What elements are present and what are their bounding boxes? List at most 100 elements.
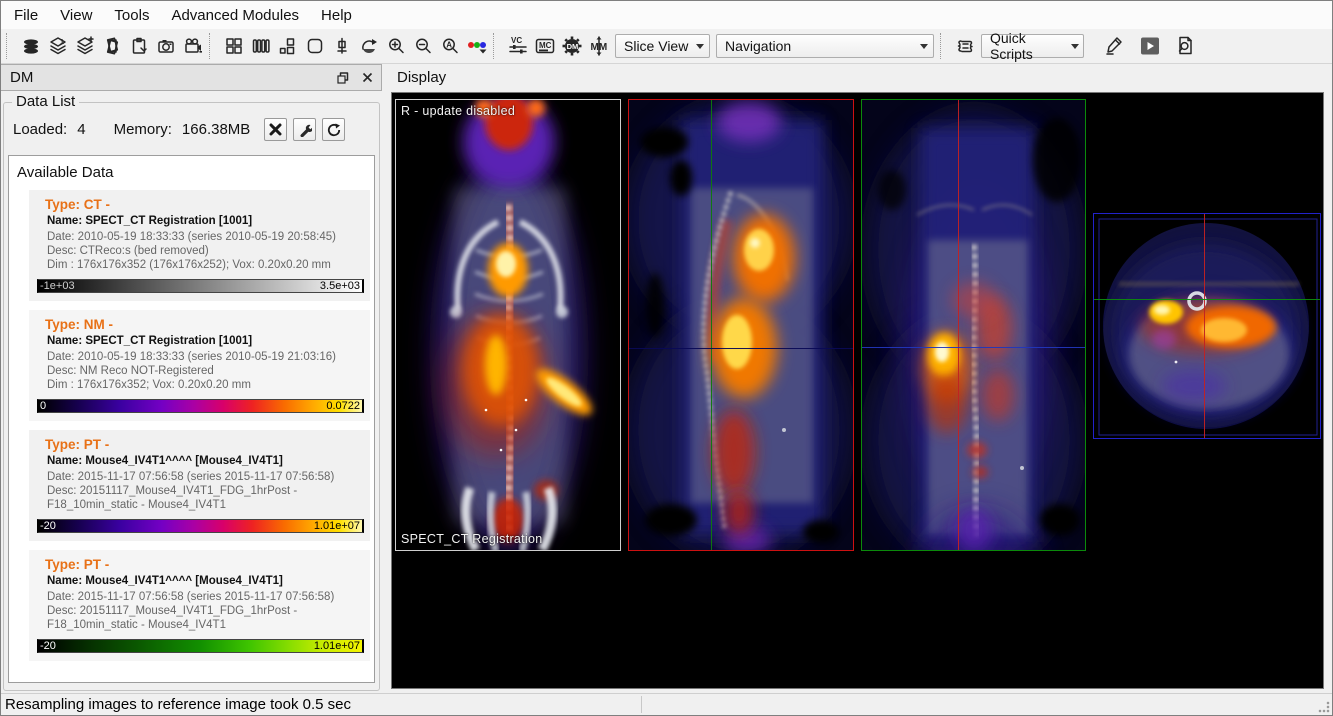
display-canvas[interactable]: R - update disabled SPECT_CT Registratio… [391,92,1324,689]
image-fan-icon [102,36,122,56]
rgb-channels-button[interactable] [463,33,490,60]
load-append-button[interactable] [71,33,98,60]
chevron-down-icon [915,35,933,57]
memory-label: Memory: [114,121,172,138]
volume-control-button[interactable]: VC [504,33,531,60]
script-icon [954,35,976,57]
zoom-in-icon [386,36,406,56]
colorbar-gradient [39,400,362,412]
quick-scripts-combo[interactable]: Quick Scripts [981,34,1084,58]
volume-control-icon: VC [507,35,529,57]
menu-tools[interactable]: Tools [103,3,160,28]
layout-columns-icon [251,36,271,56]
run-script-button[interactable] [1136,33,1163,60]
menu-view[interactable]: View [49,3,103,28]
status-message: Resampling images to reference image too… [1,696,351,713]
colorbar-nih[interactable]: -20 1.01e+07 [37,519,364,533]
single-view-button[interactable] [301,33,328,60]
sagittal-image [629,100,854,551]
loaded-memory-row: Loaded: 4 Memory: 166.38MB [13,118,371,141]
layout-mixed-button[interactable] [274,33,301,60]
entry-name: Name: Mouse4_IV4T1^^^^ [Mouse4_IV4T1] [47,455,364,467]
wrench-icon [298,123,312,137]
crosshair-tool-button[interactable] [328,33,355,60]
image-browser-button[interactable] [98,33,125,60]
colorbar-grayscale[interactable]: -1e+03 3.5e+03 [37,279,364,293]
entry-desc: Desc: NM Reco NOT-Registered [47,364,364,378]
loaded-label: Loaded: [13,121,67,138]
status-bar: Resampling images to reference image too… [1,693,1332,715]
movie-button[interactable] [179,33,206,60]
menu-bar: File View Tools Advanced Modules Help [1,1,1332,29]
viewport-axial[interactable] [1093,213,1321,439]
colorbar-max: 1.01e+07 [314,520,360,533]
data-stack-icon [21,36,41,56]
viewport-coronal-slice[interactable] [861,99,1086,551]
colorbar-green[interactable]: -20 1.01e+07 [37,639,364,653]
zoom-in-button[interactable] [382,33,409,60]
delete-icon [269,123,282,136]
camera-icon [156,36,176,56]
layout-2x2-button[interactable] [220,33,247,60]
data-entry-pt2[interactable]: Type: PT - Name: Mouse4_IV4T1^^^^ [Mouse… [29,550,370,661]
zoom-auto-icon: A [440,36,460,56]
run-script-icon [1139,35,1161,57]
rotate-view-button[interactable] [355,33,382,60]
screenshot-button[interactable] [152,33,179,60]
colorbar-gradient [39,280,362,292]
data-entry-nm[interactable]: Type: NM - Name: SPECT_CT Registration [… [29,310,370,421]
resize-grip[interactable] [1318,701,1330,713]
crosshair-horizontal-green [1094,299,1320,300]
mc-tool-button[interactable]: MC [531,33,558,60]
data-entry-ct[interactable]: Type: CT - Name: SPECT_CT Registration [… [29,190,370,301]
dm-panel-title: DM [10,69,33,86]
colorbar-min: 0 [40,400,46,413]
colorbar-min: -1e+03 [40,280,75,293]
script-log-button[interactable] [1171,33,1198,60]
settings-button[interactable] [293,118,316,141]
entry-name: Name: SPECT_CT Registration [1001] [47,215,364,227]
crosshair-vertical-green [711,100,712,550]
close-panel-button[interactable] [359,70,375,86]
entry-desc: Desc: 20151117_Mouse4_IV4T1_FDG_1hrPost … [47,604,364,632]
app-window: File View Tools Advanced Modules Help 1 … [0,0,1333,716]
data-entry-pt1[interactable]: Type: PT - Name: Mouse4_IV4T1^^^^ [Mouse… [29,430,370,541]
clear-data-button[interactable] [264,118,287,141]
layout-columns-button[interactable] [247,33,274,60]
dm-gear-button[interactable]: DM [558,33,585,60]
edit-script-button[interactable] [1101,33,1128,60]
viewport-status-label: R - update disabled [401,104,515,118]
viewport-sagittal[interactable] [628,99,854,551]
data-manager-button[interactable] [17,33,44,60]
float-panel-button[interactable] [335,70,351,86]
zoom-out-button[interactable] [409,33,436,60]
menu-file[interactable]: File [3,3,49,28]
zoom-auto-button[interactable]: A [436,33,463,60]
display-title: Display [389,66,1326,90]
crosshair-tool-icon [332,36,352,56]
chevron-down-icon [691,35,709,57]
slice-view-combo[interactable]: Slice View [615,34,710,58]
viewport-coronal-mip[interactable]: R - update disabled SPECT_CT Registratio… [395,99,621,551]
toolbar-grip [6,33,11,59]
menu-advanced-modules[interactable]: Advanced Modules [160,3,310,28]
svg-text:1: 1 [60,39,64,46]
scripts-button[interactable] [951,33,978,60]
crosshair-horizontal-blue [862,347,1085,348]
zoom-out-icon [413,36,433,56]
reload-button[interactable] [322,118,345,141]
colorbar-nih[interactable]: 0 0.0722 [37,399,364,413]
coronal-slice-image [862,100,1086,551]
menu-help[interactable]: Help [310,3,363,28]
clipboard-button[interactable] [125,33,152,60]
load-single-button[interactable]: 1 [44,33,71,60]
toolbar-grip [493,33,498,59]
navigation-combo[interactable]: Navigation [716,34,934,58]
entry-name: Name: SPECT_CT Registration [1001] [47,335,364,347]
entry-dim: Dim : 176x176x352 (176x176x252); Vox: 0.… [47,258,364,272]
entry-date: Date: 2010-05-19 18:33:33 (series 2010-0… [47,230,364,244]
available-data-label: Available Data [9,156,374,181]
colorbar-max: 3.5e+03 [320,280,360,293]
mm-tool-button[interactable]: MM [585,33,612,60]
viewport-dataset-label: SPECT_CT Registration [401,532,543,546]
